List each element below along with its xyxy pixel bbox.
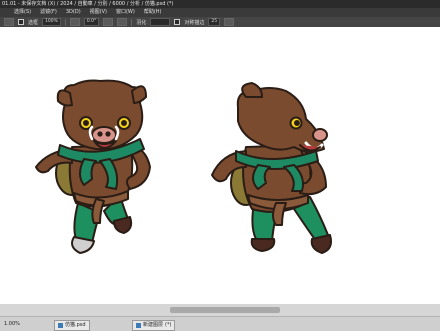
horizontal-scrollbar[interactable] <box>0 304 440 316</box>
edge-field[interactable]: 25 <box>208 18 221 26</box>
document-icon-2 <box>136 323 141 328</box>
edge-label: 对称描边 <box>184 19 205 26</box>
menu-select[interactable]: 选择(S) <box>14 8 31 17</box>
doc-tab-2-label: 新建图层 <box>143 322 164 328</box>
edge-checkbox[interactable] <box>174 19 181 25</box>
menu-filter[interactable]: 滤镜(F) <box>40 8 57 17</box>
zoom-readout: 1.00% <box>4 321 20 327</box>
menu-window[interactable]: 窗口(W) <box>116 8 135 17</box>
window-title: 01.01 - 未保存文档 (X) / 2024 / 自動車 / 分別 / 60… <box>2 1 174 7</box>
scrollbar-thumb[interactable] <box>170 307 280 313</box>
toggle-button[interactable] <box>103 18 114 26</box>
doc-tab-2[interactable]: 新建图层 (*) <box>132 320 176 331</box>
mode-label: 选框 <box>28 19 39 26</box>
boar-character-front <box>35 79 151 254</box>
edge-stepper[interactable] <box>224 18 235 26</box>
doc-tab-2-extra: (*) <box>165 322 172 328</box>
doc-tab-1-label: 仿猫.psd <box>65 322 86 328</box>
menu-bar: 选择(S) 滤镜(F) 3D(D) 视图(V) 窗口(W) 帮助(H) <box>0 8 440 17</box>
angle-field[interactable]: 0.0° <box>83 18 100 26</box>
menu-view[interactable]: 视图(V) <box>90 8 107 17</box>
drawing-canvas[interactable] <box>0 27 440 304</box>
toolbar-divider-2 <box>131 18 133 26</box>
doc-tab-1[interactable]: 仿猫.psd <box>54 320 90 331</box>
document-icon <box>58 323 63 328</box>
menu-3d[interactable]: 3D(D) <box>66 8 81 17</box>
mode-checkbox[interactable] <box>18 19 24 25</box>
option-field[interactable] <box>150 18 171 26</box>
boar-character-side <box>211 82 332 254</box>
options-toolbar: 选框 100% 0.0° 羽化 对称描边 25 <box>0 17 440 27</box>
status-bar: 1.00% 仿猫.psd 新建图层 (*) <box>0 316 440 331</box>
option-button[interactable] <box>69 18 80 26</box>
toggle-button-2[interactable] <box>117 18 128 26</box>
tool-preset-button[interactable] <box>4 18 14 26</box>
toolbar-divider <box>64 18 66 26</box>
size-field[interactable]: 100% <box>42 18 61 26</box>
artwork <box>35 79 332 254</box>
menu-help[interactable]: 帮助(H) <box>144 8 162 17</box>
window-title-bar: 01.01 - 未保存文档 (X) / 2024 / 自動車 / 分別 / 60… <box>0 0 440 8</box>
option-label: 羽化 <box>136 19 147 26</box>
